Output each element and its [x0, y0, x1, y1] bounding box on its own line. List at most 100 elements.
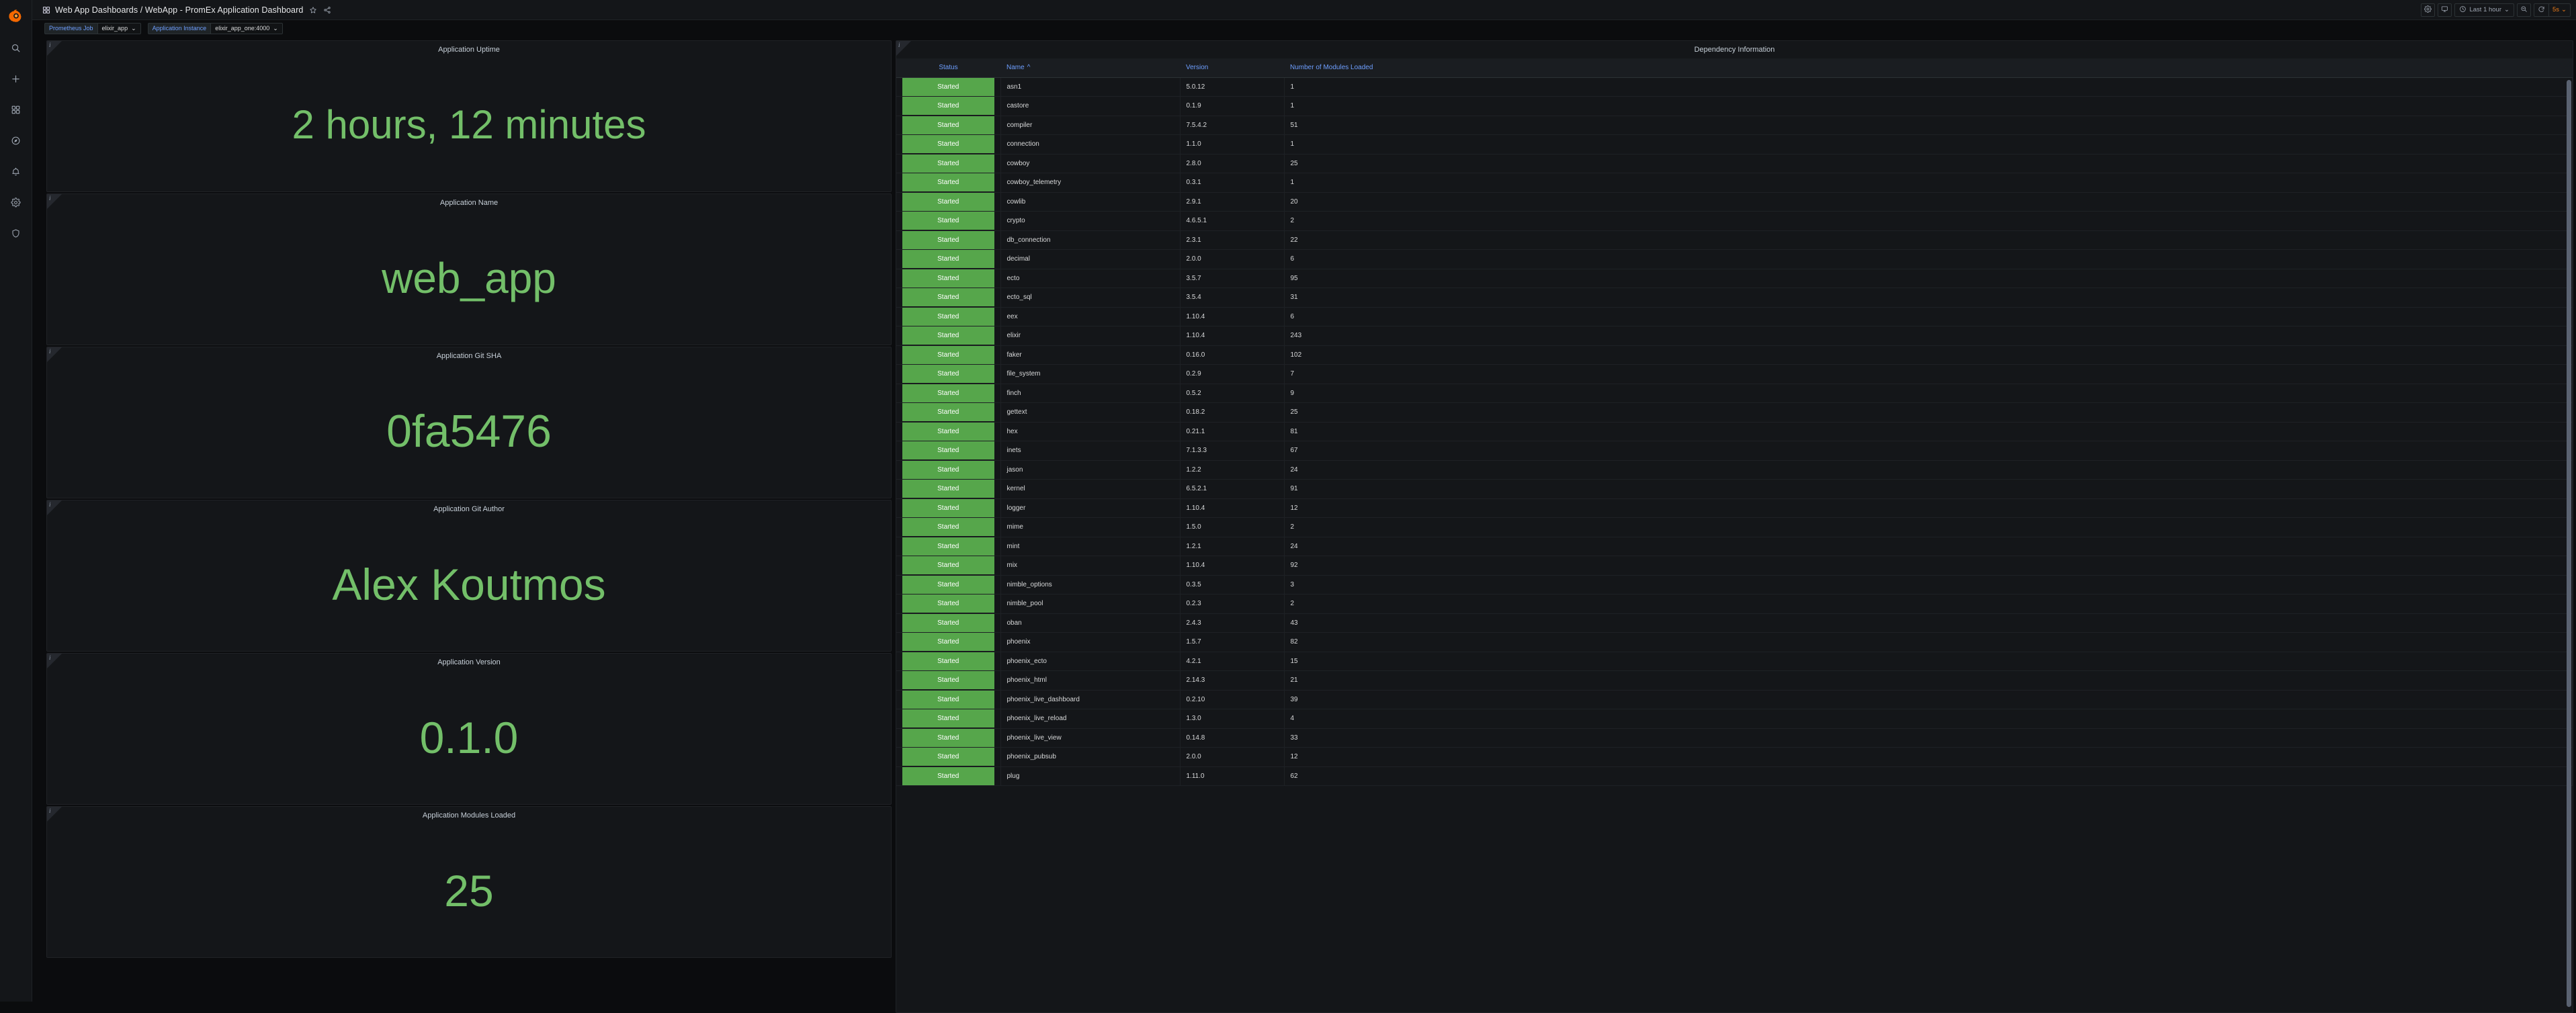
panel-application-version[interactable]: i Application Version 0.1.0	[46, 653, 892, 805]
table-row[interactable]: Startedcowboy_telemetry0.3.11	[896, 173, 2573, 193]
table-row[interactable]: Startedcastore0.1.91	[896, 97, 2573, 116]
zoom-out-button[interactable]	[2517, 3, 2531, 17]
table-row[interactable]: Startedgettext0.18.225	[896, 403, 2573, 423]
cell-name: kernel	[1000, 480, 1180, 499]
table-row[interactable]: Startedphoenix_pubsub2.0.012	[896, 748, 2573, 767]
variable-label: Prometheus Job	[44, 23, 97, 34]
table-row[interactable]: Startedinets7.1.3.367	[896, 441, 2573, 461]
table-row[interactable]: Startedlogger1.10.412	[896, 498, 2573, 518]
sidebar-item-configuration[interactable]	[0, 187, 32, 218]
bell-icon	[11, 167, 21, 177]
table-row[interactable]: Startedjason1.2.224	[896, 460, 2573, 480]
share-icon[interactable]	[323, 6, 331, 14]
sidebar-item-dashboards[interactable]	[0, 94, 32, 125]
cell-modules-loaded: 81	[1284, 422, 2573, 441]
grafana-logo[interactable]	[0, 0, 32, 32]
table-row[interactable]: Startedphoenix_html2.14.321	[896, 671, 2573, 691]
sidebar-item-create[interactable]	[0, 63, 32, 94]
table-row[interactable]: Startedelixir1.10.4243	[896, 326, 2573, 346]
table-row[interactable]: Startedecto3.5.795	[896, 269, 2573, 288]
sidebar-item-explore[interactable]	[0, 125, 32, 156]
refresh-button[interactable]	[2534, 4, 2549, 16]
sidebar-item-search[interactable]	[0, 32, 32, 63]
cell-modules-loaded: 1	[1284, 135, 2573, 155]
table-row[interactable]: Startedphoenix_live_view0.14.833	[896, 728, 2573, 748]
variable-value-dropdown[interactable]: elixir_app ⌄	[97, 23, 141, 34]
status-badge: Started	[902, 537, 994, 556]
status-badge: Started	[902, 173, 994, 191]
breadcrumb: Web App Dashboards / WebApp - PromEx App…	[32, 5, 331, 15]
table-row[interactable]: Startedmix1.10.492	[896, 556, 2573, 576]
stat-body: 25	[47, 824, 891, 957]
variable-value-dropdown[interactable]: elixir_app_one:4000 ⌄	[210, 23, 283, 34]
cell-version: 0.1.9	[1180, 97, 1284, 116]
table-row[interactable]: Startedecto_sql3.5.431	[896, 288, 2573, 308]
table-row[interactable]: Startedoban2.4.343	[896, 613, 2573, 633]
table-row[interactable]: Startednimble_pool0.2.32	[896, 594, 2573, 614]
column-header-modules-loaded[interactable]: Number of Modules Loaded	[1284, 58, 2573, 77]
table-row[interactable]: Startedphoenix1.5.782	[896, 633, 2573, 652]
dashboard-canvas: i Application Uptime 2 hours, 12 minutes…	[32, 38, 2576, 1002]
column-header-status[interactable]: Status	[896, 58, 1000, 77]
cell-status: Started	[896, 766, 1000, 786]
table-row[interactable]: Startedfaker0.16.0102	[896, 345, 2573, 365]
table-row[interactable]: Startedplug1.11.062	[896, 766, 2573, 786]
panel-application-modules-loaded[interactable]: i Application Modules Loaded 25	[46, 806, 892, 958]
table-row[interactable]: Starteddb_connection2.3.122	[896, 230, 2573, 250]
table-vertical-scrollbar[interactable]	[2567, 80, 2571, 1007]
cell-version: 1.11.0	[1180, 766, 1284, 786]
table-row[interactable]: Startedasn15.0.121	[896, 77, 2573, 97]
stat-body: web_app	[47, 212, 891, 345]
table-row[interactable]: Startedfinch0.5.29	[896, 384, 2573, 403]
table-row[interactable]: Startedcowboy2.8.025	[896, 154, 2573, 173]
dependency-table-scroll-area[interactable]: Status Name^ Version Number of Modules L…	[896, 58, 2573, 1012]
table-row[interactable]: Startedfile_system0.2.97	[896, 365, 2573, 384]
column-header-version[interactable]: Version	[1180, 58, 1284, 77]
tv-mode-button[interactable]	[2438, 3, 2452, 17]
cell-name: file_system	[1000, 365, 1180, 384]
panel-application-uptime[interactable]: i Application Uptime 2 hours, 12 minutes	[46, 40, 892, 192]
panel-title: Application Modules Loaded	[47, 807, 891, 824]
table-row[interactable]: Startedhex0.21.181	[896, 422, 2573, 441]
variable-prometheus-job: Prometheus Job elixir_app ⌄	[44, 23, 141, 34]
table-row[interactable]: Startedphoenix_live_dashboard0.2.1039	[896, 690, 2573, 709]
table-row[interactable]: Startedcompiler7.5.4.251	[896, 116, 2573, 135]
column-header-name[interactable]: Name^	[1000, 58, 1180, 77]
dashboard-grid-icon	[42, 6, 50, 14]
table-row[interactable]: Startedeex1.10.46	[896, 307, 2573, 326]
cell-modules-loaded: 67	[1284, 441, 2573, 461]
time-range-picker[interactable]: Last 1 hour ⌄	[2454, 3, 2514, 17]
table-row[interactable]: Startedphoenix_ecto4.2.115	[896, 652, 2573, 671]
table-row[interactable]: Startednimble_options0.3.53	[896, 575, 2573, 594]
table-row[interactable]: Startedconnection1.1.01	[896, 135, 2573, 155]
table-row[interactable]: Startedkernel6.5.2.191	[896, 480, 2573, 499]
dashboard-settings-button[interactable]	[2421, 3, 2435, 17]
table-row[interactable]: Startedmime1.5.02	[896, 518, 2573, 537]
cell-version: 2.4.3	[1180, 613, 1284, 633]
status-badge: Started	[902, 556, 994, 574]
panel-application-git-sha[interactable]: i Application Git SHA 0fa5476	[46, 347, 892, 498]
table-row[interactable]: Startedmint1.2.124	[896, 537, 2573, 556]
sidebar-item-server-admin[interactable]	[0, 218, 32, 249]
panel-application-git-author[interactable]: i Application Git Author Alex Koutmos	[46, 500, 892, 652]
table-row[interactable]: Starteddecimal2.0.06	[896, 250, 2573, 269]
stat-value: web_app	[382, 257, 556, 300]
panel-application-name[interactable]: i Application Name web_app	[46, 193, 892, 345]
table-row[interactable]: Startedcrypto4.6.5.12	[896, 212, 2573, 231]
page-title[interactable]: Web App Dashboards / WebApp - PromEx App…	[55, 5, 303, 15]
cell-name: phoenix_live_reload	[1000, 709, 1180, 729]
stat-body: 0fa5476	[47, 365, 891, 498]
cell-modules-loaded: 82	[1284, 633, 2573, 652]
table-row[interactable]: Startedcowlib2.9.120	[896, 192, 2573, 212]
cell-status: Started	[896, 748, 1000, 767]
cell-name: ecto_sql	[1000, 288, 1180, 308]
table-row[interactable]: Startedphoenix_live_reload1.3.04	[896, 709, 2573, 729]
variable-value: elixir_app	[102, 25, 128, 32]
variable-label: Application Instance	[148, 23, 211, 34]
stat-value: 2 hours, 12 minutes	[292, 105, 646, 145]
cell-modules-loaded: 43	[1284, 613, 2573, 633]
panel-dependency-information[interactable]: i Dependency Information Status Name^ Ve…	[896, 40, 2573, 1013]
sidebar-item-alerting[interactable]	[0, 156, 32, 187]
star-icon[interactable]	[309, 6, 317, 14]
refresh-interval-picker[interactable]: 5s ⌄	[2549, 4, 2570, 16]
